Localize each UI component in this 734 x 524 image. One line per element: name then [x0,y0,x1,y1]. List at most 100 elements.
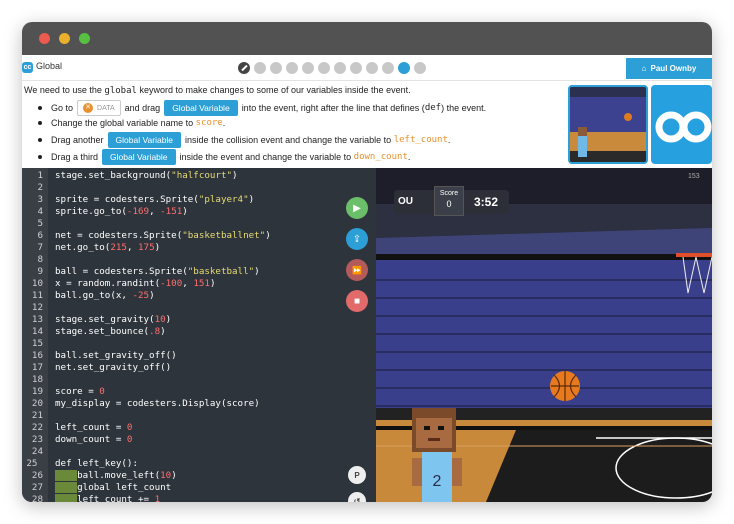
code-line[interactable]: 16 ball.set_gravity_off() [22,350,271,362]
code-line[interactable]: 28 left_count += 1 [22,494,271,502]
lesson-preview-thumbnail[interactable] [568,85,648,164]
scoreboard-team: OU [398,196,413,207]
basketball-court-scene: 2 [376,168,712,502]
stop-button[interactable]: ■ [346,290,368,312]
browser-window: cc Global ⌂ Paul Ownby We need to use th… [22,22,712,502]
line-number: 10 [31,278,43,289]
play-icon: ▶ [353,202,361,214]
code-line[interactable]: 15 [22,338,271,350]
instruction-step-1: Go to ✕ DATA and drag Global Variable in… [38,100,486,116]
codesters-logo-icon: cc [22,62,33,73]
code-line[interactable]: 2 [22,182,271,194]
minimize-window-button[interactable] [59,33,70,44]
code-lines[interactable]: 1 stage.set_background("halfcourt") 2 3 spri… [22,170,271,502]
code-line[interactable]: 1 stage.set_background("halfcourt") [22,170,271,182]
line-number: 20 [31,398,43,409]
progress-step-dot[interactable] [350,62,362,74]
code-line[interactable]: 7 net.go_to(215, 175) [22,242,271,254]
user-account-button[interactable]: ⌂ Paul Ownby [626,58,712,79]
code-line[interactable]: 6 net = codesters.Sprite("basketballnet") [22,230,270,242]
code-line[interactable]: 9 ball = codesters.Sprite("basketball") [22,266,271,278]
variable-left-count: left_count [393,135,448,145]
line-number: 19 [31,386,43,397]
code-line[interactable]: 21 [22,410,271,422]
progress-step-dot[interactable] [414,62,426,74]
instruction-step-3: Drag another Global Variable inside the … [38,132,450,148]
codesters-logo-thumbnail[interactable] [651,85,712,164]
line-number: 21 [31,410,43,421]
progress-step-dot[interactable] [334,62,346,74]
upload-icon: ⇪ [352,233,362,245]
code-text: stage.set_gravity(10) [55,314,172,325]
line-number: 17 [31,362,43,373]
progress-step-dot[interactable] [302,62,314,74]
run-button[interactable]: ▶ [346,197,368,219]
code-line[interactable]: 23 down_count = 0 [22,434,271,446]
line-number: 16 [31,350,43,361]
fast-forward-button[interactable]: ⏩ [346,259,368,281]
code-text: x = random.randint(-100, 151) [55,278,216,289]
code-line[interactable]: 26 ball.move_left(10) [22,470,271,482]
code-line[interactable]: 18 [22,374,271,386]
code-text: down_count = 0 [55,434,133,445]
code-line[interactable]: 27 global left_count [22,482,271,494]
code-line[interactable]: 22 left_count = 0 [22,422,271,434]
code-text: net.go_to(215, 175) [55,242,161,253]
score-display: Score 0 [434,186,464,216]
code-text: global left_count [55,482,171,493]
data-icon: ✕ [83,103,94,113]
logo-image [655,111,712,143]
line-number: 27 [31,482,43,493]
instruction-step-4: Drag a third Global Variable inside the … [38,149,410,165]
edit-step-dot[interactable] [238,62,250,74]
code-line[interactable]: 25 def left_key(): [22,458,271,470]
code-line[interactable]: 13 stage.set_gravity(10) [22,314,271,326]
code-line[interactable]: 20 my_display = codesters.Display(score) [22,398,271,410]
global-variable-block[interactable]: Global Variable [102,149,176,165]
code-line[interactable]: 19 score = 0 [22,386,271,398]
line-number: 3 [37,194,43,205]
close-window-button[interactable] [39,33,50,44]
progress-step-dot[interactable] [270,62,282,74]
code-line[interactable]: 5 [22,218,271,230]
code-line[interactable]: 8 [22,254,271,266]
code-line[interactable]: 11 ball.go_to(x, -25) [22,290,271,302]
global-variable-block[interactable]: Global Variable [164,100,238,116]
home-icon: ⌂ [641,64,647,73]
line-number: 1 [37,170,43,181]
lesson-progress [238,62,426,74]
code-line[interactable]: 24 [22,446,271,458]
instructions-intro: We need to use the global keyword to mak… [24,85,411,96]
stage-canvas[interactable]: 2 OU Score 0 3:52 153 [376,168,712,502]
progress-step-dot[interactable] [382,62,394,74]
window-titlebar [22,22,712,55]
share-button[interactable]: ⇪ [346,228,368,250]
code-editor[interactable]: 1 stage.set_background("halfcourt") 2 3 spri… [22,168,355,502]
code-text: ball.go_to(x, -25) [55,290,155,301]
line-number: 25 [26,458,43,469]
maximize-window-button[interactable] [79,33,90,44]
code-line[interactable]: 17 net.set_gravity_off() [22,362,271,374]
progress-step-dot[interactable] [286,62,298,74]
code-line[interactable]: 14 stage.set_bounce(.8) [22,326,271,338]
progress-step-dot[interactable] [366,62,378,74]
global-variable-block[interactable]: Global Variable [107,132,182,148]
progress-step-dot[interactable] [318,62,330,74]
pause-button[interactable]: P [348,466,366,484]
line-number: 22 [31,422,43,433]
code-line[interactable]: 4 sprite.go_to(-169, -151) [22,206,271,218]
court-preview-image [570,87,646,162]
stage-corner-label: 153 [688,173,700,180]
code-line[interactable]: 10 x = random.randint(-100, 151) [22,278,271,290]
code-line[interactable]: 12 [22,302,271,314]
bullet [38,155,42,159]
data-category-button[interactable]: ✕ DATA [77,100,121,116]
progress-step-dot[interactable] [254,62,266,74]
progress-step-dot[interactable] [398,62,410,74]
code-text: score = 0 [55,386,105,397]
jersey-number: 2 [433,473,442,490]
line-number: 18 [31,374,43,385]
scoreboard: OU Score 0 3:52 [394,186,509,216]
line-number: 26 [31,470,43,481]
code-line[interactable]: 3 sprite = codesters.Sprite("player4") [22,194,271,206]
